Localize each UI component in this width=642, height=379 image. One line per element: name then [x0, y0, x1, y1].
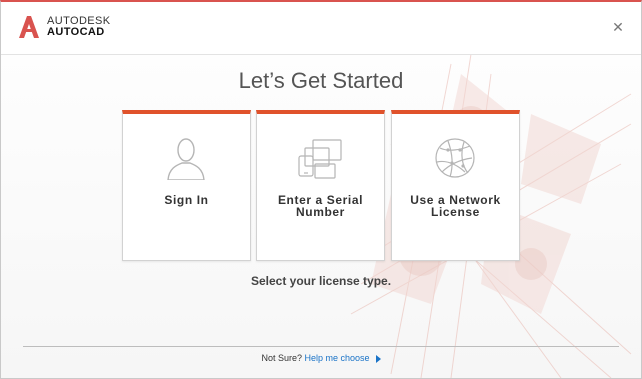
footer-divider — [23, 346, 619, 347]
brand-autocad: AUTOCAD — [47, 26, 105, 38]
sign-in-label: Sign In — [164, 193, 209, 207]
globe-network-icon — [435, 138, 475, 178]
footer: Not Sure? Help me choose — [1, 353, 641, 363]
autocad-a-icon — [19, 16, 39, 38]
license-type-prompt: Select your license type. — [250, 274, 392, 288]
network-license-label: Use a Network License — [410, 193, 501, 219]
page-title: Let’s Get Started — [238, 68, 404, 93]
close-icon[interactable]: ✕ — [611, 20, 625, 34]
user-icon — [167, 138, 205, 180]
license-dialog: AUTODESK AUTOCAD ✕ Let’s Get Started Sig… — [0, 0, 642, 379]
serial-number-card[interactable]: Enter a Serial Number — [256, 110, 385, 261]
network-license-card[interactable]: Use a Network License — [391, 110, 520, 261]
autocad-logo: AUTODESK AUTOCAD — [19, 16, 111, 38]
header-bar: AUTODESK AUTOCAD ✕ — [1, 2, 641, 55]
sign-in-card[interactable]: Sign In — [122, 110, 251, 261]
not-sure-text: Not Sure? — [261, 353, 302, 363]
play-arrow-icon — [375, 354, 381, 363]
help-me-choose-link[interactable]: Help me choose — [305, 353, 381, 363]
devices-icon — [298, 139, 342, 179]
serial-number-label: Enter a Serial Number — [277, 193, 364, 219]
